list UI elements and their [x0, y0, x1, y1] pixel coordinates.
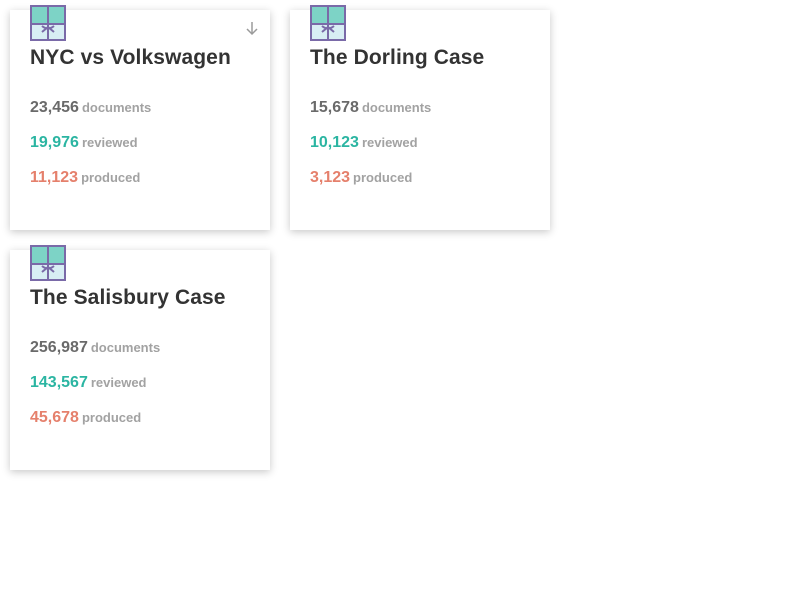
case-card[interactable]: The Salisbury Case 256,987 documents 143,…	[10, 245, 270, 470]
reviewed-stat: 143,567 reviewed	[30, 373, 147, 393]
reviewed-stat: 10,123 reviewed	[310, 133, 418, 153]
produced-label: produced	[81, 170, 141, 185]
documents-label: documents	[361, 100, 432, 115]
case-card[interactable]: NYC vs Volkswagen 23,456 documents 19,976…	[10, 5, 270, 230]
reviewed-count: 10,123	[310, 134, 359, 151]
produced-label: produced	[81, 410, 142, 425]
produced-label: produced	[353, 170, 413, 185]
case-card[interactable]: The Dorling Case 15,678 documents 10,123 r…	[290, 5, 550, 230]
documents-stat: 23,456 documents	[30, 98, 151, 118]
produced-count: 3,123	[310, 169, 351, 186]
produced-stat: 45,678 produced	[30, 408, 141, 428]
documents-label: documents	[81, 100, 152, 115]
reviewed-count: 143,567	[30, 374, 88, 391]
produced-stat: 11,123 produced	[30, 168, 140, 188]
documents-label: documents	[90, 340, 161, 355]
case-box-icon	[310, 5, 346, 41]
documents-stat: 256,987 documents	[30, 338, 160, 358]
produced-stat: 3,123 produced	[310, 168, 412, 188]
reviewed-label: reviewed	[90, 375, 147, 390]
reviewed-count: 19,976	[30, 134, 79, 151]
documents-count: 23,456	[30, 99, 79, 116]
case-title[interactable]: The Salisbury Case	[30, 286, 226, 310]
case-card-grid: NYC vs Volkswagen 23,456 documents 19,976…	[0, 0, 800, 600]
documents-count: 15,678	[310, 99, 359, 116]
produced-count: 45,678	[30, 409, 79, 426]
case-title[interactable]: The Dorling Case	[310, 46, 484, 70]
reviewed-stat: 19,976 reviewed	[30, 133, 138, 153]
reviewed-label: reviewed	[81, 135, 138, 150]
case-box-icon	[30, 5, 66, 41]
documents-stat: 15,678 documents	[310, 98, 431, 118]
produced-count: 11,123	[30, 169, 79, 186]
documents-count: 256,987	[30, 339, 88, 356]
download-arrow-icon[interactable]	[244, 20, 260, 36]
case-title[interactable]: NYC vs Volkswagen	[30, 46, 231, 70]
reviewed-label: reviewed	[361, 135, 418, 150]
case-box-icon	[30, 245, 66, 281]
